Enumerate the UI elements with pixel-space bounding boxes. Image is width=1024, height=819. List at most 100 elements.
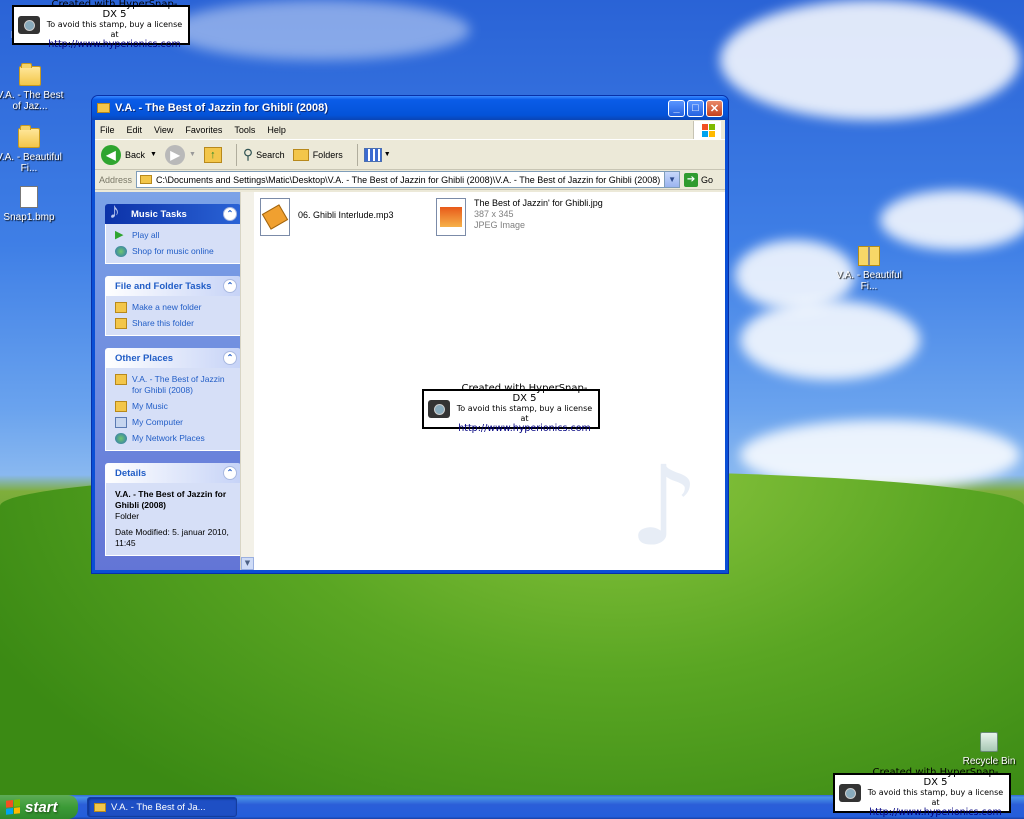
hypersnap-stamp: Created with HyperSnap-DX 5 To avoid thi… [833, 768, 1011, 818]
vertical-scrollbar[interactable]: ▼ [240, 192, 254, 570]
folders-label: Folders [312, 149, 343, 160]
taskbar-window-button[interactable]: V.A. - The Best of Ja... [87, 797, 237, 817]
start-button[interactable]: start [0, 795, 78, 819]
go-button[interactable]: ➔ Go [684, 172, 714, 187]
menu-tools[interactable]: Tools [234, 125, 255, 135]
forward-arrow-icon: ▶ [164, 144, 185, 165]
other-place-my-computer[interactable]: My Computer [115, 417, 232, 428]
file-item[interactable]: 06. Ghibli Interlude.mp3 [260, 198, 394, 236]
panel-body: V.A. - The Best of Jazzin for Ghibli (20… [105, 368, 241, 451]
collapse-chevron-icon[interactable]: ⌃ [223, 207, 237, 221]
menu-edit[interactable]: Edit [127, 125, 143, 135]
other-place-parent-folder[interactable]: V.A. - The Best of Jazzin for Ghibli (20… [115, 374, 232, 396]
zip-folder-icon [858, 246, 880, 266]
panel-body: V.A. - The Best of Jazzin for Ghibli (20… [105, 483, 241, 556]
collapse-chevron-icon[interactable]: ⌃ [223, 279, 237, 293]
network-icon [115, 433, 127, 444]
panel-title: Music Tasks [131, 208, 187, 220]
jpeg-file-icon [436, 198, 466, 236]
stamp-line1: Created with HyperSnap-DX 5 [872, 767, 999, 788]
details-type: Folder [115, 511, 140, 521]
menu-view[interactable]: View [154, 125, 173, 135]
other-place-my-music[interactable]: My Music [115, 401, 232, 412]
file-name: The Best of Jazzin' for Ghibli.jpg [474, 198, 603, 208]
make-new-folder-label: Make a new folder [132, 302, 202, 312]
task-pane: ♪ Music Tasks ⌃ ▶ Play all Shop for musi… [95, 192, 253, 570]
toolbar-separator [356, 143, 358, 166]
window-title: V.A. - The Best of Jazzin for Ghibli (20… [115, 102, 328, 114]
menu-bar: File Edit View Favorites Tools Help [95, 120, 725, 140]
folders-icon [292, 148, 309, 161]
go-label: Go [701, 174, 714, 185]
shop-music-link[interactable]: Shop for music online [115, 246, 232, 257]
forward-button[interactable]: ▶ ▼ [164, 144, 196, 165]
panel-title: Details [115, 467, 147, 479]
chevron-down-icon[interactable]: ▼ [664, 172, 680, 187]
desktop-icon-label: V.A. - Beautiful Fi... [836, 270, 902, 292]
mp3-file-icon [260, 198, 290, 236]
folders-button[interactable]: Folders [292, 148, 343, 161]
back-button[interactable]: ◀ Back ▼ [101, 144, 157, 165]
back-label: Back [125, 149, 146, 160]
desktop-icon-the-best-of-jazzin[interactable]: V.A. - The Best of Jaz... [0, 63, 65, 112]
desktop-icon-beautiful-fi[interactable]: V.A. - Beautiful Fi... [0, 125, 64, 174]
panel-header[interactable]: Other Places ⌃ [105, 348, 241, 368]
new-folder-icon [115, 302, 127, 313]
minimize-button[interactable]: _ [668, 99, 685, 117]
scroll-down-button[interactable]: ▼ [241, 557, 254, 570]
cloud [740, 300, 920, 380]
other-place-network[interactable]: My Network Places [115, 433, 232, 444]
maximize-button[interactable]: □ [687, 99, 704, 117]
my-music-icon [115, 401, 127, 412]
desktop-icon-label: V.A. - The Best of Jaz... [0, 90, 64, 112]
toolbar: ◀ Back ▼ ▶ ▼ ↑ ⚲ Search Folders ▼ [95, 140, 725, 170]
folder-icon [19, 63, 41, 86]
menu-file[interactable]: File [100, 125, 115, 135]
address-field[interactable]: C:\Documents and Settings\Matic\Desktop\… [136, 171, 681, 188]
go-arrow-icon: ➔ [684, 172, 699, 187]
toolbar-separator [235, 143, 237, 166]
folder-icon [94, 802, 106, 812]
file-list: ▼ 06. Ghibli Interlude.mp3 The Best of J… [240, 192, 725, 570]
file-item[interactable]: The Best of Jazzin' for Ghibli.jpg 387 x… [436, 198, 603, 236]
folder-icon [115, 374, 127, 385]
share-folder-icon [115, 318, 127, 329]
music-note-watermark-icon: ♪ [628, 442, 700, 570]
other-place-label: My Music [132, 401, 168, 411]
stamp-line3: http://www.hyperionics.com [458, 423, 591, 434]
play-all-link[interactable]: ▶ Play all [115, 230, 232, 241]
views-button[interactable]: ▼ [363, 147, 391, 162]
up-folder-icon: ↑ [203, 146, 222, 163]
start-label: start [25, 798, 58, 816]
panel-header[interactable]: File and Folder Tasks ⌃ [105, 276, 241, 296]
panel-header[interactable]: ♪ Music Tasks ⌃ [105, 198, 241, 224]
chevron-down-icon[interactable]: ▼ [189, 151, 196, 158]
desktop-icon-beautiful-fi-zip[interactable]: V.A. - Beautiful Fi... [834, 246, 904, 292]
camera-icon [839, 784, 861, 802]
make-new-folder-link[interactable]: Make a new folder [115, 302, 232, 313]
close-button[interactable]: ✕ [706, 99, 723, 117]
other-place-label: My Computer [132, 417, 184, 427]
other-places-panel: Other Places ⌃ V.A. - The Best of Jazzin… [105, 348, 241, 451]
collapse-chevron-icon[interactable]: ⌃ [223, 466, 237, 480]
up-folder-button[interactable]: ↑ [203, 146, 222, 163]
stamp-line2: To avoid this stamp, buy a license at [46, 20, 183, 39]
file-dimensions: 387 x 345 [474, 209, 514, 219]
music-note-icon: ♪ [109, 198, 120, 223]
desktop-icon-recycle-bin[interactable]: Recycle Bin [954, 732, 1024, 767]
cloud [720, 0, 1020, 120]
share-folder-link[interactable]: Share this folder [115, 318, 232, 329]
windows-logo-icon [693, 121, 721, 139]
search-button[interactable]: ⚲ Search [243, 146, 285, 163]
menu-help[interactable]: Help [267, 125, 286, 135]
file-folder-tasks-panel: File and Folder Tasks ⌃ Make a new folde… [105, 276, 241, 336]
stamp-line3: http://www.hyperionics.com [48, 39, 181, 50]
menu-favorites[interactable]: Favorites [185, 125, 222, 135]
title-bar[interactable]: V.A. - The Best of Jazzin for Ghibli (20… [92, 96, 728, 120]
details-panel: Details ⌃ V.A. - The Best of Jazzin for … [105, 463, 241, 556]
desktop-icon-snap1-bmp[interactable]: Snap1.bmp [0, 186, 64, 223]
search-icon: ⚲ [242, 146, 254, 162]
chevron-down-icon[interactable]: ▼ [150, 151, 157, 158]
panel-header[interactable]: Details ⌃ [105, 463, 241, 483]
collapse-chevron-icon[interactable]: ⌃ [223, 351, 237, 365]
